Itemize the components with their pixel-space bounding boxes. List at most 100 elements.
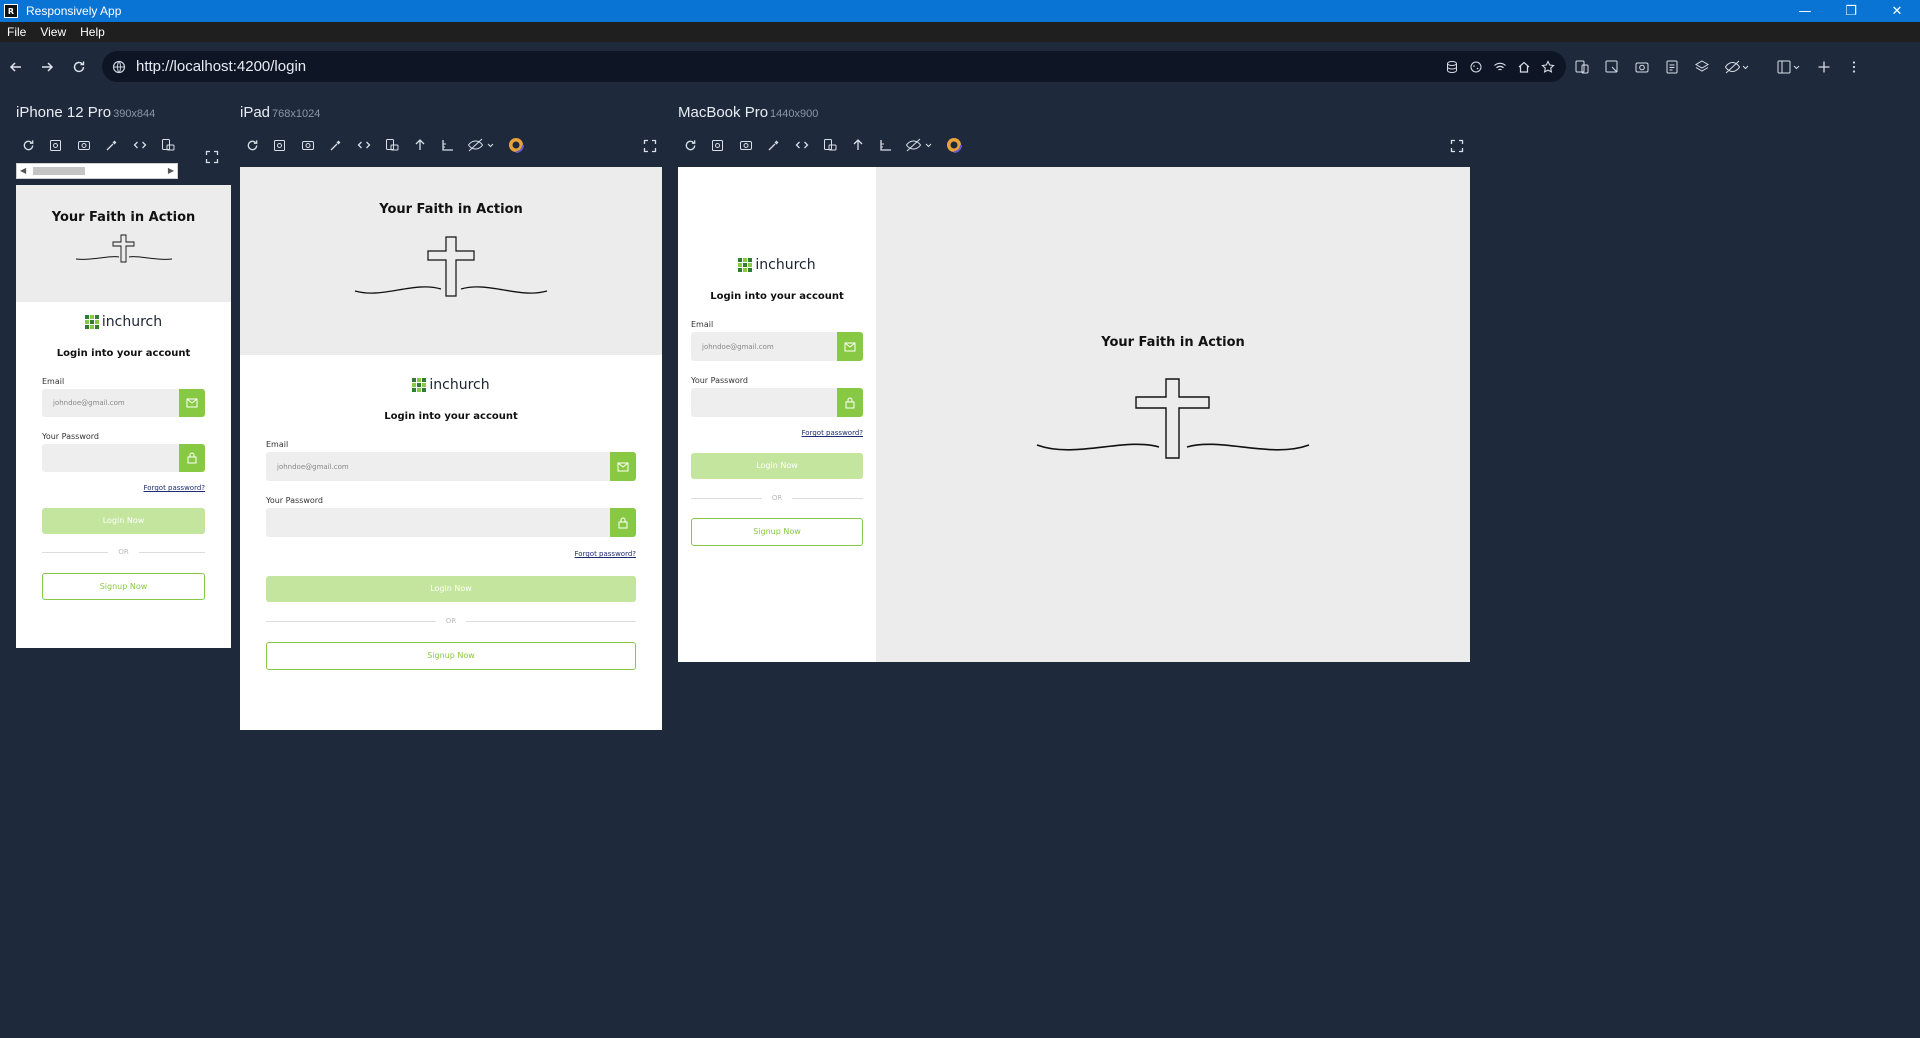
forward-arrow-icon[interactable] [36, 56, 58, 78]
hide-icon[interactable] [462, 135, 502, 155]
password-input[interactable] [266, 508, 610, 537]
more-menu-icon[interactable] [1844, 57, 1864, 77]
rotate-icon[interactable] [378, 135, 406, 155]
back-arrow-icon[interactable] [5, 56, 27, 78]
scroll-up-icon[interactable] [406, 135, 434, 155]
restore-button[interactable]: ❐ [1828, 0, 1874, 22]
password-label: Your Password [42, 432, 99, 441]
hero-title: Your Faith in Action [1101, 335, 1245, 350]
horizontal-scrollbar[interactable]: ◀ ▶ [16, 163, 178, 179]
signup-button[interactable]: Signup Now [691, 518, 863, 546]
email-input[interactable] [691, 332, 837, 361]
color-wheel-icon[interactable] [940, 135, 968, 155]
device-iphone: iPhone 12 Pro 390x844 [16, 104, 155, 121]
reload-icon[interactable] [68, 56, 90, 78]
url-text[interactable]: http://localhost:4200/login [136, 58, 306, 75]
wifi-icon[interactable] [1490, 57, 1510, 77]
screenshot-icon[interactable] [266, 135, 294, 155]
login-heading: Login into your account [710, 291, 844, 302]
menu-file[interactable]: File [0, 25, 33, 39]
hero-title: Your Faith in Action [51, 210, 196, 225]
reload-icon[interactable] [676, 135, 704, 155]
password-label: Your Password [691, 376, 748, 385]
or-divider: OR [691, 494, 863, 502]
minimize-button[interactable]: — [1782, 0, 1828, 22]
eyedropper-icon[interactable] [760, 135, 788, 155]
login-button[interactable]: Login Now [691, 453, 863, 479]
hide-icon[interactable] [900, 135, 940, 155]
inspect-icon[interactable] [1602, 57, 1622, 77]
database-icon[interactable] [1442, 57, 1462, 77]
expand-icon[interactable] [643, 139, 657, 153]
screenshot-icon[interactable] [704, 135, 732, 155]
ruler-icon[interactable] [434, 135, 462, 155]
forgot-password-link[interactable]: Forgot password? [42, 484, 205, 492]
close-button[interactable]: ✕ [1874, 0, 1920, 22]
device-header: iPad 768x1024 [240, 104, 320, 121]
scroll-up-icon[interactable] [844, 135, 872, 155]
device-name: MacBook Pro [678, 104, 769, 121]
or-divider: OR [266, 617, 636, 625]
camera-icon[interactable] [70, 135, 98, 155]
or-divider: OR [42, 548, 205, 556]
devices-icon[interactable] [1572, 57, 1592, 77]
code-icon[interactable] [788, 135, 816, 155]
email-field[interactable] [42, 389, 205, 417]
eyedropper-icon[interactable] [98, 135, 126, 155]
document-icon[interactable] [1662, 57, 1682, 77]
lock-icon [610, 508, 636, 537]
email-input[interactable] [266, 452, 610, 481]
home-icon[interactable] [1514, 57, 1534, 77]
menu-view[interactable]: View [33, 25, 73, 39]
forgot-password-link[interactable]: Forgot password? [691, 429, 863, 437]
brand: inchurch [240, 377, 662, 393]
color-wheel-icon[interactable] [502, 135, 530, 155]
login-heading: Login into your account [56, 348, 191, 359]
forgot-password-link[interactable]: Forgot password? [266, 550, 636, 558]
macbook-viewport: inchurch Login into your account Email Y… [678, 167, 1470, 662]
login-button[interactable]: Login Now [266, 576, 636, 602]
camera-icon[interactable] [294, 135, 322, 155]
eyedropper-icon[interactable] [322, 135, 350, 155]
hide-icon[interactable] [1722, 57, 1752, 77]
screenshot-icon[interactable] [1632, 57, 1652, 77]
ruler-icon[interactable] [872, 135, 900, 155]
cross-icon [74, 231, 174, 265]
layout-icon[interactable] [1774, 57, 1804, 77]
password-field[interactable] [691, 388, 863, 417]
brand-name: inchurch [755, 257, 816, 273]
reload-icon[interactable] [14, 135, 42, 155]
rotate-icon[interactable] [154, 135, 182, 155]
email-field[interactable] [266, 452, 636, 481]
screenshot-icon[interactable] [42, 135, 70, 155]
signup-button[interactable]: Signup Now [266, 642, 636, 670]
device-toolbar [14, 135, 182, 155]
code-icon[interactable] [126, 135, 154, 155]
password-input[interactable] [691, 388, 837, 417]
device-resolution: 768x1024 [272, 108, 321, 120]
signup-button[interactable]: Signup Now [42, 573, 205, 600]
expand-icon[interactable] [1450, 139, 1464, 153]
email-input[interactable] [42, 389, 179, 417]
password-field[interactable] [42, 444, 205, 472]
menu-help[interactable]: Help [73, 25, 112, 39]
email-label: Email [42, 377, 65, 386]
menu-bar: File View Help [0, 22, 1920, 42]
window-title: Responsively App [26, 4, 122, 18]
expand-icon[interactable] [205, 150, 219, 164]
password-input[interactable] [42, 444, 179, 472]
star-icon[interactable] [1538, 57, 1558, 77]
globe-icon [112, 60, 126, 74]
camera-icon[interactable] [732, 135, 760, 155]
email-field[interactable] [691, 332, 863, 361]
cookie-icon[interactable] [1466, 57, 1486, 77]
address-bar[interactable]: http://localhost:4200/login [102, 51, 1566, 82]
password-field[interactable] [266, 508, 636, 537]
rotate-icon[interactable] [816, 135, 844, 155]
code-icon[interactable] [350, 135, 378, 155]
reload-icon[interactable] [238, 135, 266, 155]
device-name: iPhone 12 Pro [16, 104, 112, 121]
login-button[interactable]: Login Now [42, 508, 205, 534]
add-icon[interactable] [1814, 57, 1834, 77]
layers-icon[interactable] [1692, 57, 1712, 77]
